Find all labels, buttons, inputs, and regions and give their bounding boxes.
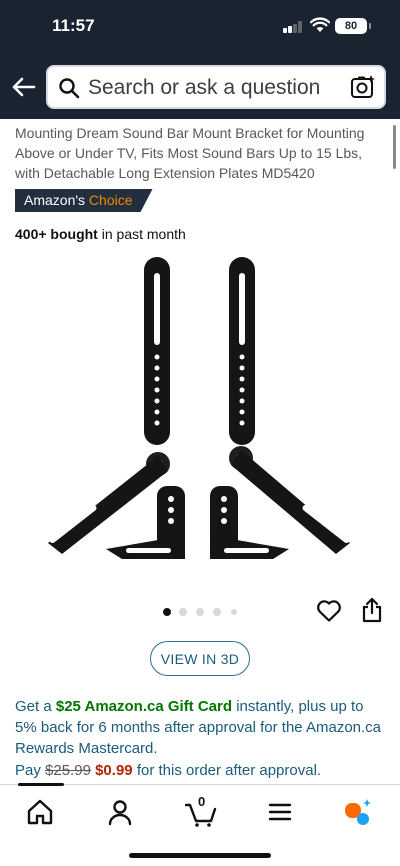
camera-lens-icon[interactable] — [350, 74, 376, 100]
status-bar: 11:57 80 — [0, 0, 400, 54]
bought-suffix: in past month — [101, 226, 186, 242]
status-time: 11:57 — [52, 16, 95, 35]
image-carousel-dots[interactable] — [158, 607, 248, 617]
home-indicator — [129, 853, 271, 858]
old-price: $25.99 — [45, 762, 91, 779]
promo-pay-line[interactable]: Pay $25.99 $0.99 for this order after ap… — [15, 760, 387, 781]
menu-icon[interactable] — [265, 797, 295, 827]
search-bar[interactable] — [46, 65, 386, 109]
pay-suffix: for this order after approval. — [136, 762, 322, 779]
product-title[interactable]: Mounting Dream Sound Bar Mount Bracket f… — [15, 123, 385, 183]
bought-in-past-month: 400+ bought in past month — [15, 226, 186, 242]
pay-prefix: Pay — [15, 762, 41, 779]
search-icon — [59, 78, 80, 99]
cellular-signal-icon — [283, 21, 305, 33]
product-image-sound-bar-brackets[interactable] — [40, 251, 360, 571]
amazons-choice-badge[interactable]: Amazon's Choice — [15, 189, 153, 212]
battery-indicator: 80 — [335, 18, 371, 34]
carousel-dot[interactable] — [196, 608, 204, 616]
product-detail-content[interactable]: Mounting Dream Sound Bar Mount Bracket f… — [0, 119, 400, 784]
promo-prefix: Get a — [15, 698, 52, 715]
view-in-3d-button[interactable]: VIEW IN 3D — [150, 641, 250, 676]
wifi-icon — [310, 17, 330, 32]
cart-count: 0 — [198, 794, 206, 809]
bought-count: 400+ bought — [15, 226, 98, 242]
search-input[interactable] — [88, 75, 344, 101]
promo-price: $0.99 — [95, 762, 133, 779]
credit-card-promo[interactable]: Get a $25 Amazon.ca Gift Card instantly,… — [15, 696, 387, 759]
badge-choice: Choice — [88, 192, 133, 208]
carousel-dot[interactable] — [231, 609, 237, 615]
carousel-dot[interactable] — [213, 608, 221, 616]
bottom-navigation: 0 — [0, 783, 400, 866]
page-scrollbar[interactable] — [393, 125, 396, 169]
carousel-dot[interactable] — [163, 608, 171, 616]
back-arrow-icon[interactable] — [10, 74, 36, 100]
cart-button[interactable]: 0 — [184, 794, 219, 827]
heart-icon[interactable] — [316, 599, 342, 623]
promo-gift-card: $25 Amazon.ca Gift Card — [55, 698, 233, 715]
app-header: 11:57 80 — [0, 0, 400, 119]
home-icon[interactable] — [25, 797, 55, 827]
badge-prefix: Amazon's — [24, 192, 86, 208]
rufus-ai-icon[interactable] — [343, 797, 373, 827]
carousel-dot[interactable] — [179, 608, 187, 616]
account-icon[interactable] — [105, 797, 135, 827]
active-tab-indicator — [18, 783, 64, 786]
share-icon[interactable] — [361, 597, 383, 623]
